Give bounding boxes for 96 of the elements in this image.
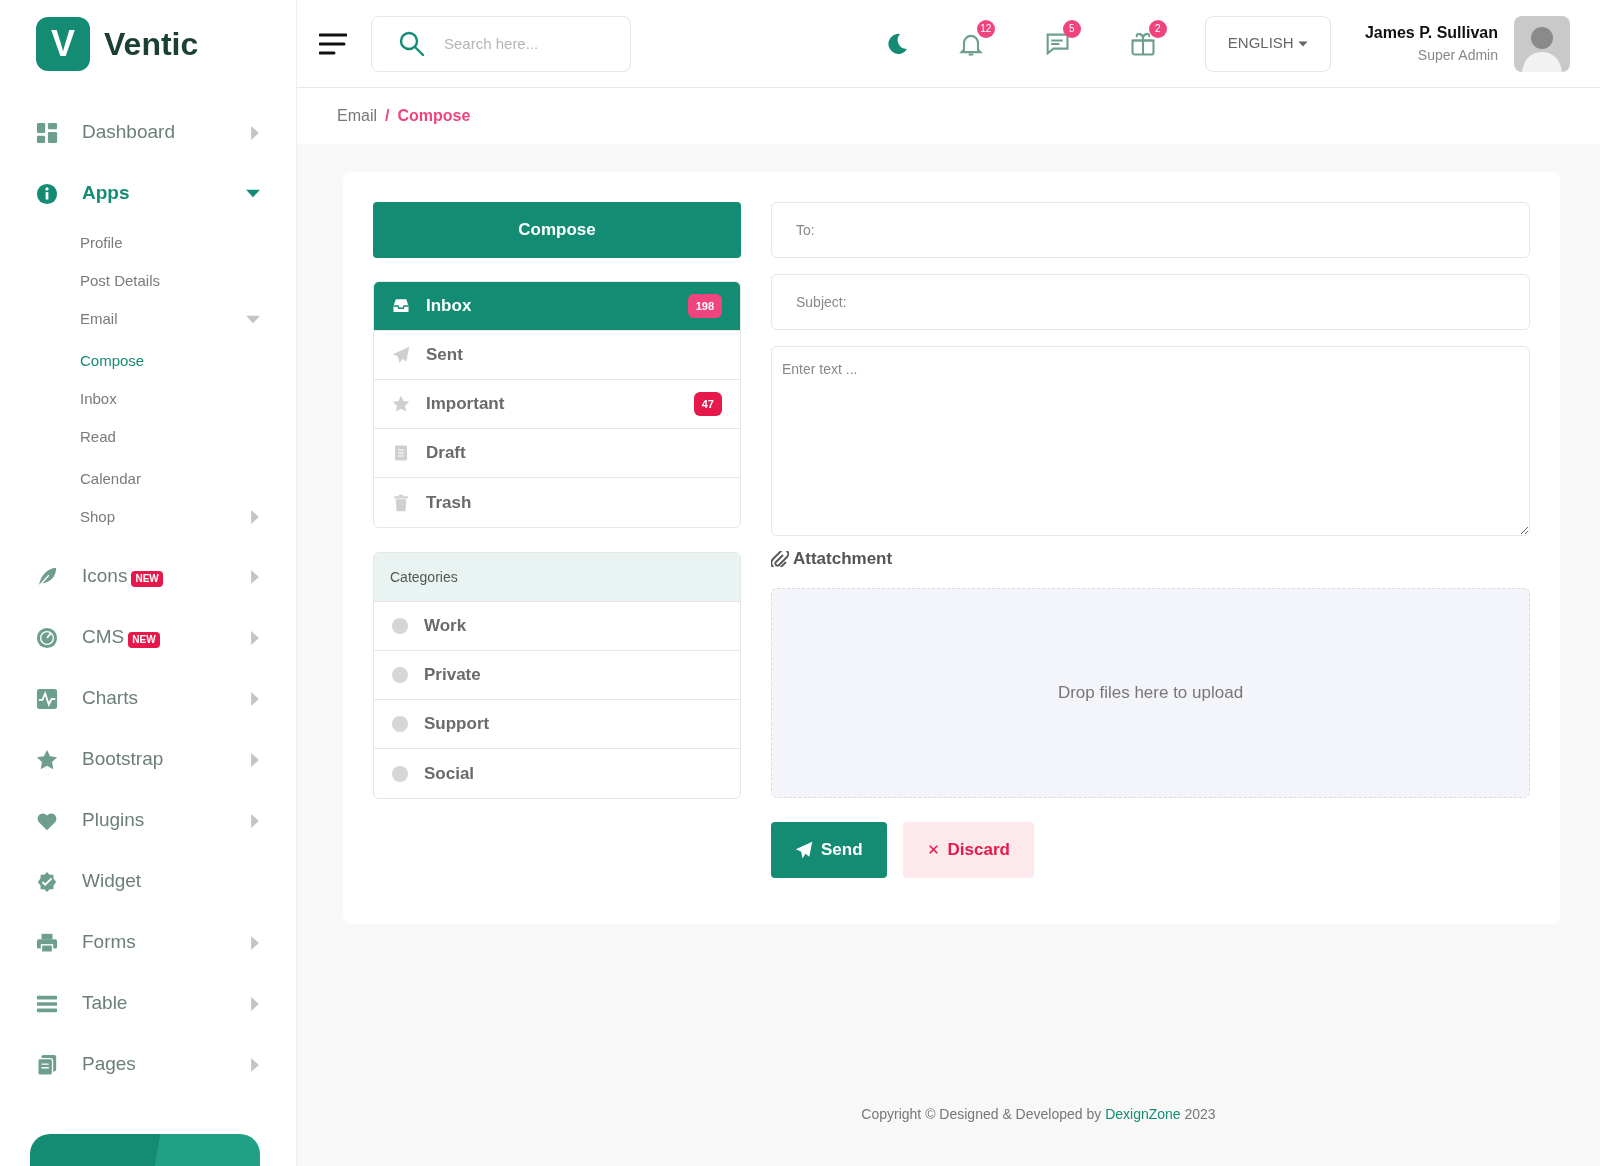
paper-plane-icon	[392, 346, 410, 364]
sidebar-item[interactable]: Apps	[0, 163, 296, 224]
category-item[interactable]: Private	[374, 651, 740, 700]
send-button[interactable]: Send	[771, 821, 887, 878]
caret-right-icon	[250, 1057, 260, 1072]
inbox-icon	[392, 297, 410, 315]
discard-button[interactable]: Discard	[902, 821, 1034, 878]
count-badge: 2	[1148, 19, 1167, 38]
gauge-icon	[36, 626, 58, 649]
breadcrumb-item: Compose	[397, 106, 471, 126]
folder-item[interactable]: Important 47	[374, 380, 740, 429]
category-item[interactable]: Work	[374, 602, 740, 651]
breadcrumb-separator: /	[385, 106, 390, 126]
dexignzone-link[interactable]: DexignZone	[1105, 1106, 1181, 1122]
badge-check-icon	[36, 870, 58, 893]
logo-icon: V	[36, 17, 90, 71]
folder-item[interactable]: Sent	[374, 331, 740, 380]
search-field[interactable]: Search here...	[371, 15, 631, 72]
search-icon	[399, 30, 425, 57]
count-badge: 12	[976, 19, 995, 38]
pulse-chart-icon	[36, 687, 58, 710]
star-icon	[392, 395, 410, 413]
sidebar-item[interactable]: Forms	[0, 912, 296, 973]
leaf-icon	[36, 565, 58, 588]
user-role: Super Admin	[1416, 46, 1498, 65]
category-item[interactable]: Support	[374, 700, 740, 749]
dropzone-text: Drop files here to upload	[1057, 681, 1244, 704]
avatar[interactable]	[1514, 15, 1570, 72]
trash-icon	[392, 493, 410, 512]
caret-right-icon	[250, 630, 260, 645]
sidebar-item[interactable]: Widget	[0, 851, 296, 912]
category-item[interactable]: Social	[374, 749, 740, 798]
count-badge: 5	[1062, 19, 1081, 38]
attachment-label: Attatchment	[793, 548, 893, 570]
submenu-item[interactable]: Inbox	[0, 380, 296, 418]
info-icon	[36, 182, 58, 205]
folder-item[interactable]: Trash	[374, 478, 740, 527]
message-field[interactable]: Enter text ...	[771, 346, 1530, 536]
copyright-text: Copyright © Designed & Developed by DexignZone 2023	[861, 1106, 1216, 1122]
caret-down-icon	[1297, 41, 1308, 48]
caret-right-icon	[250, 752, 260, 767]
notification-button[interactable]: 12	[946, 19, 995, 68]
dropzone[interactable]: Drop files here to upload	[771, 587, 1530, 798]
submenu-item[interactable]: Profile	[0, 224, 296, 262]
sidebar-item[interactable]: Pages	[0, 1034, 296, 1095]
menu-icon[interactable]	[319, 32, 347, 55]
caret-down-icon	[246, 189, 260, 198]
sidebar-item[interactable]: Icons NEW	[0, 546, 296, 607]
dot-icon	[392, 667, 408, 683]
new-tag: NEW	[128, 631, 160, 648]
document-icon	[392, 444, 410, 462]
sidebar-item[interactable]: CMS NEW	[0, 607, 296, 668]
sidebar-item[interactable]: Charts	[0, 668, 296, 729]
caret-right-icon	[250, 125, 260, 140]
star-icon	[36, 748, 58, 771]
submenu-item[interactable]: Post Details	[0, 262, 296, 300]
submenu-item[interactable]: Compose	[0, 342, 296, 380]
categories-header: Categories	[374, 553, 740, 602]
caret-right-icon	[250, 569, 260, 584]
paper-plane-icon	[795, 840, 813, 859]
submenu-item[interactable]: Calendar	[0, 460, 296, 498]
sidebar-item[interactable]: Plugins	[0, 790, 296, 851]
caret-right-icon	[250, 691, 260, 706]
folder-item[interactable]: Inbox 198	[374, 282, 740, 331]
breadcrumb-item[interactable]: Email	[337, 104, 377, 128]
compose-button[interactable]: Compose	[373, 202, 741, 258]
subject-field[interactable]: Subject:	[771, 274, 1530, 330]
dot-icon	[392, 716, 408, 732]
caret-right-icon	[250, 935, 260, 950]
dot-icon	[392, 618, 408, 634]
notification-button[interactable]: 2	[1118, 19, 1167, 68]
sidebar-item[interactable]: Table	[0, 973, 296, 1034]
close-icon	[926, 843, 940, 856]
submenu-item[interactable]: Shop	[0, 498, 296, 536]
to-field[interactable]: To:	[771, 202, 1530, 258]
submenu-item[interactable]: Read	[0, 418, 296, 456]
caret-right-icon	[250, 510, 260, 524]
sidebar-item[interactable]: Bootstrap	[0, 729, 296, 790]
notification-button[interactable]: 5	[1032, 19, 1081, 68]
user-name: James P. Sullivan	[1364, 23, 1498, 43]
count-badge: 198	[687, 293, 722, 319]
brand-name: Ventic	[104, 25, 199, 64]
paperclip-icon	[771, 550, 789, 567]
pages-icon	[36, 1053, 58, 1076]
submenu-item[interactable]: Email	[0, 300, 296, 338]
count-badge: 47	[693, 391, 722, 417]
caret-down-icon	[246, 314, 260, 324]
language-dropdown[interactable]: ENGLISH	[1204, 15, 1331, 72]
printer-icon	[36, 931, 58, 954]
new-tag: NEW	[131, 570, 163, 587]
sidebar-item[interactable]: Dashboard	[0, 102, 296, 163]
dot-icon	[392, 765, 408, 782]
folder-item[interactable]: Draft	[374, 429, 740, 478]
grid-icon	[36, 121, 58, 144]
caret-right-icon	[250, 813, 260, 828]
caret-right-icon	[250, 996, 260, 1011]
